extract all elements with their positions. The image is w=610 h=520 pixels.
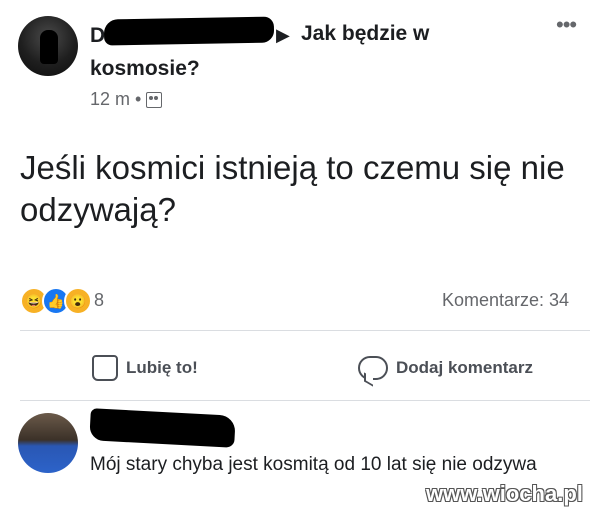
divider [20,330,590,331]
comment-text: Mój stary chyba jest kosmitą od 10 lat s… [90,454,537,475]
watermark: www.wiocha.pl [426,481,583,506]
group-name-line1[interactable]: Jak będzie w [301,22,429,46]
redaction-scribble [89,408,236,448]
like-button[interactable]: Lubię to! [92,350,198,386]
commenter-avatar[interactable] [18,413,78,473]
like-label: Lubię to! [126,358,198,377]
meta-dot: • [135,89,142,109]
comments-count[interactable]: Komentarze: 34 [442,290,569,311]
avatar-silhouette [40,30,58,64]
group-name-line2[interactable]: kosmosie? [90,57,200,81]
thumbs-up-icon [92,355,118,381]
redaction-scribble [103,16,275,46]
arrow-right-icon: ▶ [276,25,290,45]
reaction-icons[interactable]: 😆 👍 😮 [20,287,92,315]
wow-icon: 😮 [64,287,92,315]
divider [20,400,590,401]
group-icon [146,91,163,108]
post-time[interactable]: 12 m [90,89,130,110]
author-avatar[interactable] [18,16,78,76]
author-name[interactable]: D [90,22,105,49]
post-meta: 12 m • [90,89,163,110]
reaction-count[interactable]: 8 [94,290,104,311]
comment-bubble-icon [358,356,388,380]
more-options-icon[interactable]: ••• [556,12,577,38]
add-comment-button[interactable]: Dodaj komentarz [358,350,533,386]
post-text: Jeśli kosmici istnieją to czemu się nie … [20,149,565,228]
comment-label: Dodaj komentarz [396,358,533,377]
